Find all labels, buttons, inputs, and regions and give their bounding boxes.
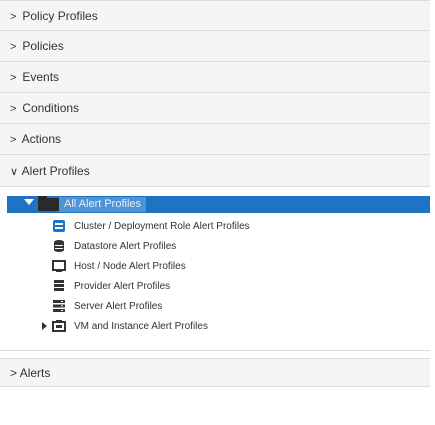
tree-node-provider-profiles[interactable]: Provider Alert Profiles <box>52 277 170 295</box>
cluster-icon <box>52 219 66 233</box>
accordion-label: Policy Profiles <box>22 9 98 23</box>
chevron-right-icon: > <box>10 134 17 146</box>
accordion-header-alerts[interactable]: > Alerts <box>0 358 430 387</box>
server-icon <box>52 299 66 313</box>
tree-node-datastore-profiles[interactable]: Datastore Alert Profiles <box>52 237 176 255</box>
tree-node-all-alert-profiles[interactable]: All Alert Profiles <box>7 196 430 213</box>
tree-node-vm-profiles[interactable]: VM and Instance Alert Profiles <box>52 317 208 335</box>
chevron-down-icon: ∨ <box>10 166 19 178</box>
expand-arrow-icon[interactable] <box>42 322 47 330</box>
tree-item-label: Server Alert Profiles <box>74 300 163 312</box>
accordion-label: Actions <box>21 132 62 146</box>
accordion-header-alert-profiles[interactable]: ∨ Alert Profiles <box>0 155 430 187</box>
tree-node-host-profiles[interactable]: Host / Node Alert Profiles <box>52 257 186 275</box>
chevron-right-icon: > <box>10 41 17 53</box>
tree-item-label: Host / Node Alert Profiles <box>74 260 186 272</box>
accordion-header-actions[interactable]: > Actions <box>0 124 430 155</box>
tree-item-label: VM and Instance Alert Profiles <box>74 320 208 332</box>
accordion-label: Conditions <box>22 101 80 115</box>
tree-node-cluster-profiles[interactable]: Cluster / Deployment Role Alert Profiles <box>52 217 250 235</box>
datastore-icon <box>52 239 66 253</box>
host-icon <box>52 259 66 273</box>
policy-accordion: > Policy Profiles > Policies > Events > … <box>0 0 430 351</box>
accordion-label: Alerts <box>19 366 51 380</box>
chevron-right-icon: > <box>10 366 18 380</box>
tree-item-label: Cluster / Deployment Role Alert Profiles <box>74 220 250 232</box>
accordion-label: Events <box>22 70 60 84</box>
tree-item-label: Provider Alert Profiles <box>74 280 171 292</box>
accordion-label: Policies <box>22 39 64 53</box>
provider-icon <box>52 279 66 293</box>
accordion-header-events[interactable]: > Events <box>0 62 430 93</box>
accordion-header-conditions[interactable]: > Conditions <box>0 93 430 124</box>
tree-root-label: All Alert Profiles <box>59 197 147 212</box>
accordion-header-policies[interactable]: > Policies <box>0 31 430 62</box>
tree-node-server-profiles[interactable]: Server Alert Profiles <box>52 297 162 315</box>
accordion-label: Alert Profiles <box>21 164 90 178</box>
chevron-right-icon: > <box>10 103 17 115</box>
vm-icon <box>52 319 66 333</box>
alert-profiles-tree: All Alert Profiles Cluster / Deployment … <box>0 187 430 351</box>
accordion-header-policy-profiles[interactable]: > Policy Profiles <box>0 0 430 31</box>
chevron-right-icon: > <box>10 72 17 84</box>
tree-item-label: Datastore Alert Profiles <box>74 240 177 252</box>
caret-down-icon[interactable] <box>24 199 34 205</box>
chevron-right-icon: > <box>10 11 17 23</box>
folder-icon <box>38 196 60 211</box>
